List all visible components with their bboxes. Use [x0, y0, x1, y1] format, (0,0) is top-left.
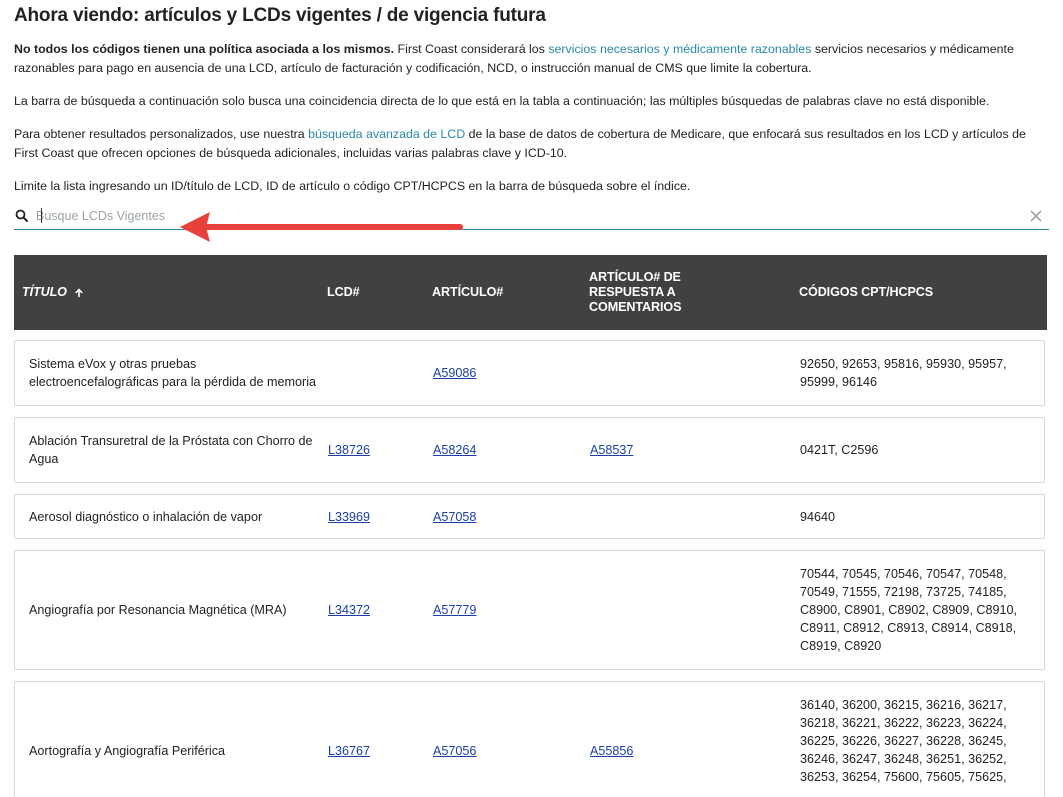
- intro-text: Para obtener resultados personalizados, …: [14, 127, 309, 141]
- table-row: Aerosol diagnóstico o inhalación de vapo…: [14, 494, 1045, 539]
- row-cpt-codes: 0421T, C2596: [800, 443, 879, 457]
- row-lcd-link: L36767: [328, 744, 371, 758]
- advanced-lcd-search-link[interactable]: búsqueda avanzada de LCD: [308, 127, 465, 141]
- table-row: Sistema eVox y otras pruebas electroence…: [14, 340, 1045, 406]
- row-title: Aortografía y Angiografía Periférica: [29, 744, 226, 758]
- row-title: Angiografía por Resonancia Magnética (MR…: [29, 603, 287, 617]
- results-table: Sistema eVox y otras pruebas electroence…: [14, 340, 1045, 797]
- sort-ascending-icon[interactable]: [74, 287, 84, 298]
- clear-search-icon[interactable]: [1029, 209, 1043, 223]
- column-header-response-article[interactable]: ARTÍCULO# DE RESPUESTA A COMENTARIOS: [589, 270, 799, 315]
- row-title: Aerosol diagnóstico o inhalación de vapo…: [29, 509, 263, 524]
- row-article-link: A59086: [433, 366, 477, 380]
- intro-paragraph-3: Para obtener resultados personalizados, …: [14, 125, 1053, 163]
- row-cpt-codes: 92650, 92653, 95816, 95930, 95957, 95999…: [800, 357, 1007, 389]
- row-title: Ablación Transuretral de la Próstata con…: [29, 434, 313, 466]
- column-header-title[interactable]: TÍTULO: [14, 285, 327, 300]
- table-row: Ablación Transuretral de la Próstata con…: [14, 417, 1045, 483]
- row-lcd-link: L34372: [328, 603, 371, 617]
- column-header-lcd[interactable]: LCD#: [327, 285, 432, 300]
- page: Ahora viendo: artículos y LCDs vigentes …: [0, 0, 1063, 797]
- row-article-link: A57056: [433, 744, 477, 758]
- row-response-link: A55856: [590, 744, 634, 758]
- intro-paragraph-4: Limite la lista ingresando un ID/título …: [14, 179, 691, 193]
- intro-paragraph-2: La barra de búsqueda a continuación solo…: [14, 94, 990, 108]
- row-response-link: A58537: [590, 443, 634, 457]
- table-row: Aortografía y Angiografía Periférica L36…: [14, 681, 1045, 797]
- column-header-cpt-codes[interactable]: CÓDIGOS CPT/HCPCS: [799, 285, 1047, 300]
- annotation-arrow-icon: [180, 212, 463, 242]
- row-cpt-codes: 70544, 70545, 70546, 70547, 70548, 70549…: [800, 567, 1018, 653]
- table-row: Angiografía por Resonancia Magnética (MR…: [14, 550, 1045, 670]
- page-title: Ahora viendo: artículos y LCDs vigentes …: [14, 5, 546, 26]
- row-cpt-codes: 94640: [800, 509, 836, 524]
- column-header-article[interactable]: ARTÍCULO#: [432, 285, 589, 300]
- table-header: TÍTULO LCD# ARTÍCULO# ARTÍCULO# DE RESPU…: [14, 255, 1047, 330]
- intro-paragraph-1: No todos los códigos tienen una política…: [14, 40, 1053, 78]
- row-lcd-link: L38726: [328, 443, 371, 457]
- intro-text: First Coast considerará los: [394, 42, 549, 56]
- row-article-link: A57058: [433, 509, 477, 524]
- search-bar: [14, 202, 1049, 230]
- row-article-link: A57779: [433, 603, 477, 617]
- medically-necessary-link[interactable]: servicios necesarios y médicamente razon…: [548, 42, 811, 56]
- row-article-link: A58264: [433, 443, 477, 457]
- row-title: Sistema eVox y otras pruebas electroence…: [29, 357, 317, 389]
- row-cpt-codes: 36140, 36200, 36215, 36216, 36217, 36218…: [800, 698, 1007, 784]
- row-lcd-link: L33969: [328, 509, 371, 524]
- search-icon: [14, 208, 30, 224]
- intro-bold-text: No todos los códigos tienen una política…: [14, 42, 395, 56]
- text-caret: [41, 208, 42, 223]
